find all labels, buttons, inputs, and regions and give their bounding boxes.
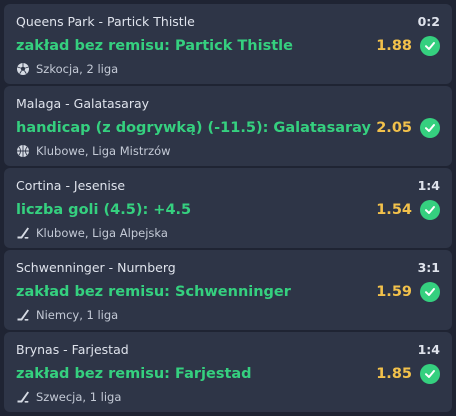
bet-odds: 1.59: [376, 284, 412, 300]
bet-odds: 1.54: [376, 202, 412, 218]
bet-card[interactable]: Queens Park - Partick Thistle 0:2 zakład…: [4, 4, 452, 84]
league-info: Klubowe, Liga Alpejska: [16, 226, 168, 240]
league-label: Klubowe, Liga Alpejska: [36, 226, 168, 240]
league-info: Niemcy, 1 liga: [16, 308, 118, 322]
league-label: Szkocja, 2 liga: [36, 62, 119, 76]
soccer-ball-icon: [16, 62, 30, 76]
basketball-icon: [16, 144, 30, 158]
hockey-stick-icon: [16, 390, 30, 404]
bet-selection: liczba goli (4.5): +4.5: [16, 202, 192, 218]
league-label: Szwecja, 1 liga: [36, 390, 122, 404]
bet-card[interactable]: Brynas - Farjestad 1:4 zakład bez remisu…: [4, 332, 452, 412]
check-circle-icon: [420, 118, 440, 138]
league-info: Klubowe, Liga Mistrzów: [16, 144, 171, 158]
bet-selection: zakład bez remisu: Farjestad: [16, 366, 252, 382]
league-label: Klubowe, Liga Mistrzów: [36, 144, 171, 158]
bet-selection: zakład bez remisu: Partick Thistle: [16, 38, 293, 54]
bet-card[interactable]: Cortina - Jesenise 1:4 liczba goli (4.5)…: [4, 168, 452, 248]
match-title: Brynas - Farjestad: [16, 342, 129, 357]
hockey-stick-icon: [16, 308, 30, 322]
check-circle-icon: [420, 364, 440, 384]
check-circle-icon: [420, 200, 440, 220]
league-info: Szwecja, 1 liga: [16, 390, 121, 404]
bet-odds: 1.85: [376, 366, 412, 382]
bet-odds: 2.05: [376, 120, 412, 136]
match-score: 1:4: [417, 178, 440, 193]
bet-odds: 1.88: [376, 38, 412, 54]
match-score: 3:1: [417, 260, 440, 275]
league-label: Niemcy, 1 liga: [36, 308, 119, 322]
match-title: Queens Park - Partick Thistle: [16, 14, 195, 29]
match-title: Schwenninger - Nurnberg: [16, 260, 176, 275]
hockey-stick-icon: [16, 226, 30, 240]
bet-selection: handicap (z dogrywką) (-11.5): Galatasar…: [16, 120, 371, 136]
bet-card[interactable]: Malaga - Galatasaray handicap (z dogrywk…: [4, 86, 452, 166]
bet-card[interactable]: Schwenninger - Nurnberg 3:1 zakład bez r…: [4, 250, 452, 330]
match-title: Cortina - Jesenise: [16, 178, 126, 193]
match-title: Malaga - Galatasaray: [16, 96, 150, 111]
league-info: Szkocja, 2 liga: [16, 62, 118, 76]
check-circle-icon: [420, 282, 440, 302]
match-score: 1:4: [417, 342, 440, 357]
match-score: 0:2: [417, 14, 440, 29]
bet-selection: zakład bez remisu: Schwenninger: [16, 284, 291, 300]
check-circle-icon: [420, 36, 440, 56]
